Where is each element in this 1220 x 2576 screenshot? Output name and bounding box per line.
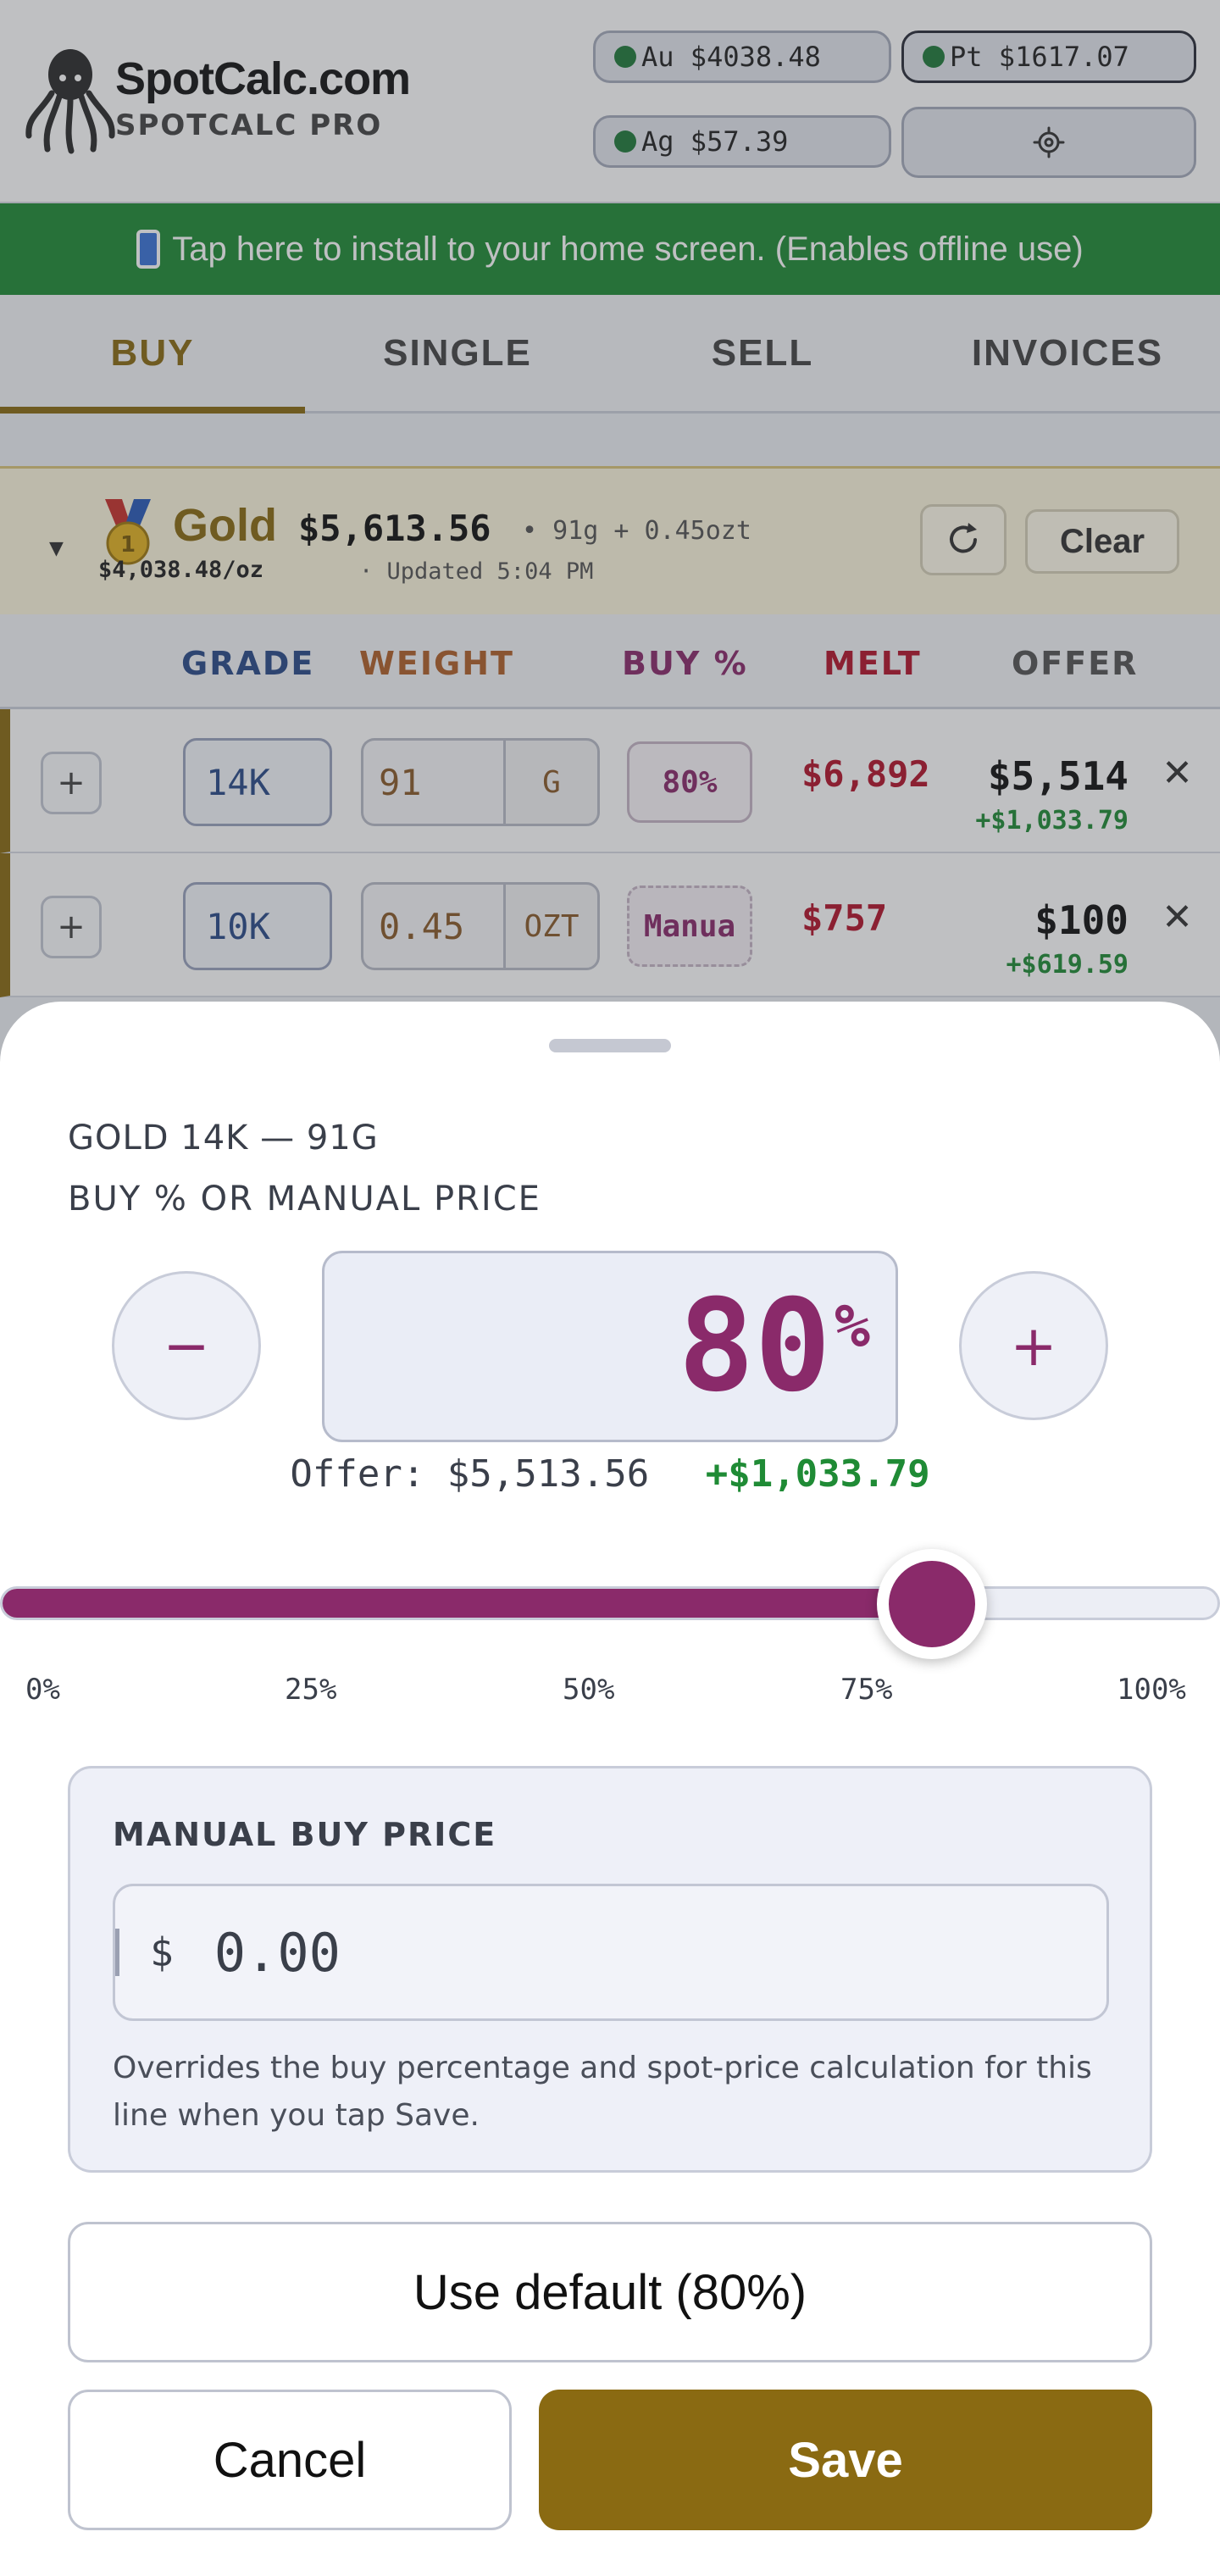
offer-gain: +$1,033.79	[705, 1452, 930, 1496]
decrease-button[interactable]: −	[112, 1271, 261, 1420]
percent-slider-fill	[3, 1589, 935, 1618]
percent-slider-track[interactable]	[0, 1586, 1220, 1620]
save-button[interactable]: Save	[539, 2390, 1152, 2530]
buy-percent-sheet: GOLD 14K — 91G BUY % OR MANUAL PRICE − 8…	[0, 1002, 1220, 2576]
cancel-button[interactable]: Cancel	[68, 2390, 512, 2530]
slider-tick-label: 25%	[285, 1673, 337, 1707]
percent-symbol: %	[834, 1291, 870, 1361]
manual-price-input[interactable]: $ 0.00	[113, 1884, 1109, 2021]
percent-value: 80	[678, 1273, 831, 1420]
sheet-subtitle: BUY % OR MANUAL PRICE	[68, 1180, 541, 1219]
slider-tick-label: 75%	[840, 1673, 893, 1707]
slider-tick-label: 100%	[1117, 1673, 1186, 1707]
manual-price-help: Overrides the buy percentage and spot-pr…	[113, 2051, 1092, 2133]
sheet-title: GOLD 14K — 91G	[68, 1119, 379, 1158]
increase-button[interactable]: +	[959, 1271, 1108, 1420]
use-default-button[interactable]: Use default (80%)	[68, 2222, 1152, 2362]
slider-tick-label: 50%	[563, 1673, 615, 1707]
percent-input[interactable]: 80 %	[322, 1251, 898, 1442]
offer-amount: Offer: $5,513.56	[290, 1452, 650, 1496]
slider-tick-label: 0%	[25, 1673, 60, 1707]
offer-summary: Offer: $5,513.56 +$1,033.79	[0, 1452, 1220, 1496]
currency-symbol: $	[150, 1929, 174, 1975]
text-cursor	[115, 1929, 119, 1976]
sheet-drag-handle[interactable]	[549, 1039, 671, 1052]
manual-price-title: MANUAL BUY PRICE	[113, 1816, 497, 1853]
manual-price-placeholder: 0.00	[214, 1921, 341, 1984]
percent-slider-thumb[interactable]	[877, 1549, 988, 1659]
manual-price-card: MANUAL BUY PRICE $ 0.00 Overrides the bu…	[68, 1766, 1152, 2173]
